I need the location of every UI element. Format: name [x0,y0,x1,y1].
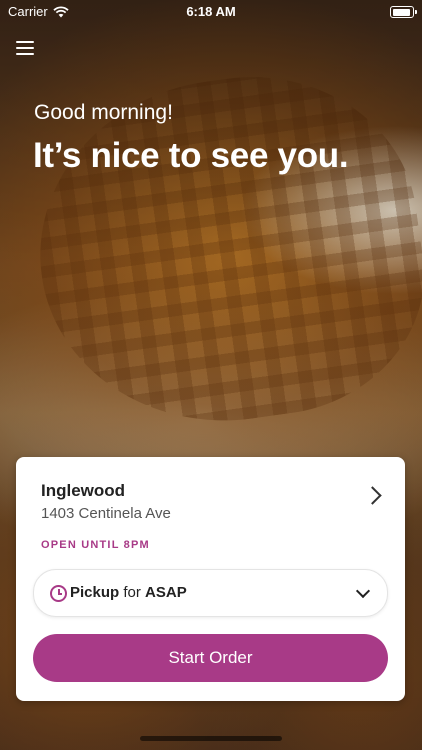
location-name: Inglewood [41,481,126,500]
status-time: 6:18 AM [186,4,236,19]
headline-text: It’s nice to see you. [33,136,349,175]
hours-label: OPEN UNTIL 8PM [41,539,150,551]
order-connector: for [123,584,141,601]
pickup-summary: Pickup for ASAP [70,584,187,601]
clock-icon [50,585,67,602]
location-selector[interactable]: Inglewood 1403 Centinela Ave [16,457,405,537]
chevron-down-icon [355,583,371,599]
order-card: Inglewood 1403 Centinela Ave OPEN UNTIL … [16,457,405,701]
order-method: Pickup [70,584,120,601]
order-timing: ASAP [145,584,187,601]
greeting-text: Good morning! [34,101,173,124]
hamburger-menu-icon[interactable] [16,40,34,56]
location-address: 1403 Centinela Ave [41,505,171,522]
start-order-button[interactable]: Start Order [33,634,388,682]
home-indicator [140,736,282,741]
status-bar: Carrier 6:18 AM [0,0,422,24]
battery-icon [390,6,417,18]
pickup-time-dropdown[interactable]: Pickup for ASAP [33,569,388,617]
chevron-right-icon [363,486,382,505]
